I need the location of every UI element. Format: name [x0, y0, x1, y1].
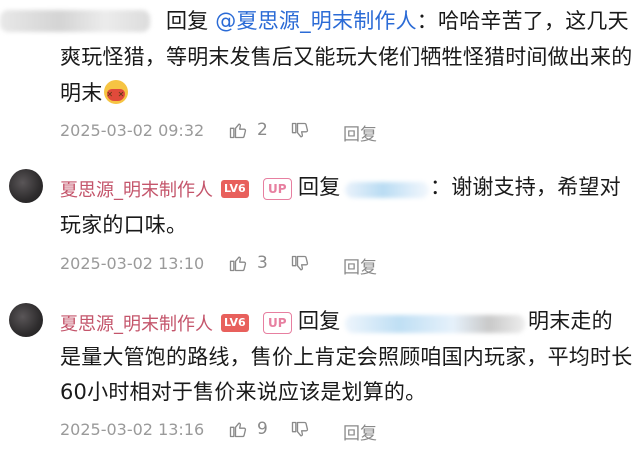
mention-link[interactable]: @夏思源_明末制作人: [215, 9, 417, 33]
comment-text: 玩家的口味。: [60, 213, 188, 237]
reply-word: 回复: [298, 175, 341, 199]
username[interactable]: 夏思源_明末制作人: [60, 176, 213, 202]
thumbs-down-icon[interactable]: [290, 420, 310, 440]
level-badge: LV6: [221, 180, 249, 198]
comment-text: 明末走的: [528, 309, 613, 333]
comment-text-line: 回复: [298, 172, 340, 202]
avatar[interactable]: [9, 303, 43, 337]
blurred-mention: [345, 182, 429, 198]
comment-text: 爽玩怪猎，等明末发售后又能玩大佬们牺牲怪猎时间做出来的: [60, 45, 633, 69]
thumbs-up-icon[interactable]: [228, 419, 248, 439]
timestamp: 2025-03-02 09:32: [60, 121, 205, 140]
like-count: 9: [257, 419, 268, 439]
up-badge: UP: [263, 312, 292, 334]
blurred-mention: [345, 315, 525, 333]
reply-button[interactable]: 回复: [343, 419, 377, 444]
angry-face-emoji-icon: [104, 80, 129, 110]
comment-text: 是量大管饱的路线，售价上肯定会照顾咱国内玩家，平均时长: [60, 345, 633, 369]
comment-text-line: 回复: [298, 306, 340, 336]
thumbs-down-icon[interactable]: [290, 254, 310, 274]
comment-text: 60小时相对于售价来说应该是划算的。: [60, 380, 427, 404]
thumbs-up-icon[interactable]: [228, 120, 248, 140]
timestamp: 2025-03-02 13:10: [60, 254, 205, 273]
comment-text-line: 明末: [60, 78, 129, 110]
reply-button[interactable]: 回复: [343, 253, 377, 278]
comment-text: 明末: [60, 81, 103, 105]
blurred-username: [0, 10, 150, 32]
level-badge: LV6: [221, 314, 249, 332]
thumbs-up-icon[interactable]: [228, 253, 248, 273]
timestamp: 2025-03-02 13:16: [60, 420, 205, 439]
reply-word: 回复: [166, 9, 209, 33]
comment-text: ：哈哈辛苦了，这几天: [416, 9, 629, 33]
reply-button[interactable]: 回复: [343, 120, 377, 145]
thumbs-down-icon[interactable]: [290, 121, 310, 141]
reply-word: 回复: [298, 309, 341, 333]
avatar[interactable]: [9, 169, 43, 203]
username[interactable]: 夏思源_明末制作人: [60, 310, 213, 336]
up-badge: UP: [263, 178, 292, 200]
comment-text-line: 回复 @夏思源_明末制作人：哈哈辛苦了，这几天: [166, 6, 629, 36]
like-count: 2: [257, 120, 268, 140]
comment-text: ：谢谢支持，希望对: [430, 175, 621, 199]
like-count: 3: [257, 253, 268, 273]
